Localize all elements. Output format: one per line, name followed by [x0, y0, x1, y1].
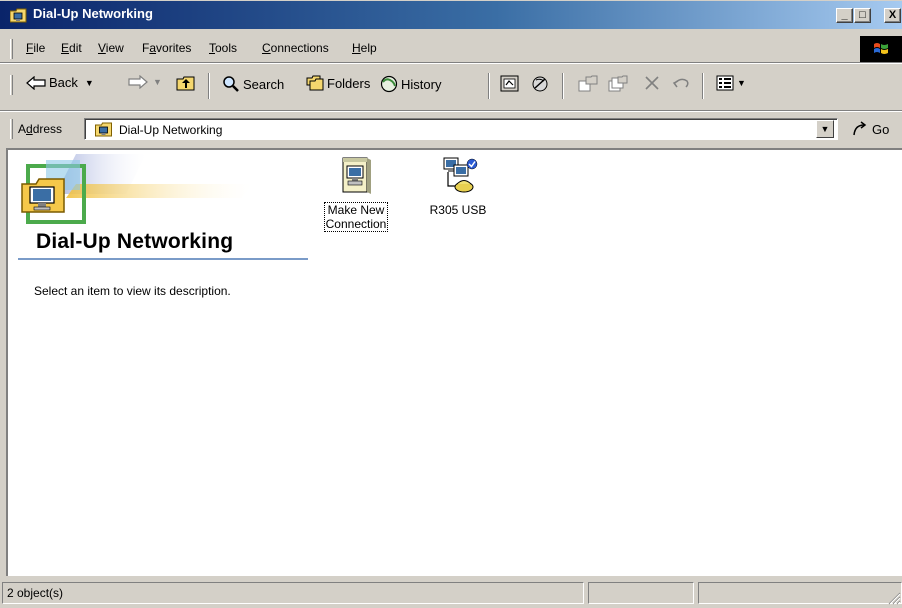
folders-button[interactable]: Folders: [306, 75, 370, 91]
search-icon: [223, 76, 239, 92]
history-button[interactable]: History: [380, 75, 441, 93]
toolbar-separator: [562, 73, 564, 99]
dial-up-folder-icon: [95, 122, 112, 137]
object-count: 2 object(s): [7, 586, 64, 600]
up-folder-button[interactable]: [176, 75, 196, 91]
windows-throbber: [860, 36, 902, 62]
menu-file[interactable]: File: [26, 41, 45, 55]
history-icon: [380, 75, 398, 93]
folder-view[interactable]: Dial-Up Networking Select an item to vie…: [6, 148, 902, 576]
title-bar[interactable]: Dial-Up Networking _ □ X: [0, 0, 902, 29]
toolbar-separator: [208, 73, 210, 99]
description-hint: Select an item to view its description.: [34, 284, 231, 298]
delete-x-icon: [645, 76, 659, 90]
menu-view[interactable]: View: [98, 41, 124, 55]
move-to-button[interactable]: [578, 75, 598, 93]
folder-title: Dial-Up Networking: [36, 230, 234, 253]
undo-button[interactable]: [672, 75, 690, 91]
back-arrow-icon: [26, 75, 46, 90]
address-dropdown-button[interactable]: ▼: [816, 120, 834, 138]
menu-tools[interactable]: Tools: [209, 41, 237, 55]
back-dropdown-icon[interactable]: ▼: [85, 78, 94, 88]
forward-button[interactable]: ▼: [128, 75, 162, 89]
address-label: Address: [18, 122, 63, 136]
map-drive-button[interactable]: [500, 75, 520, 93]
toolbar-separator: [488, 73, 490, 99]
close-button[interactable]: X: [884, 8, 901, 23]
menu-bar: File Edit View Favorites Tools Connectio…: [0, 36, 902, 62]
toolbar-separator: [702, 73, 704, 99]
address-grip[interactable]: [10, 119, 13, 139]
disconnect-drive-icon: [532, 76, 548, 92]
search-button[interactable]: Search: [222, 75, 284, 93]
maximize-button[interactable]: □: [854, 8, 871, 23]
r305-usb-connection-item[interactable]: R305 USB: [420, 156, 496, 217]
address-bar: Address Dial-Up Networking ▼ Go: [0, 112, 902, 146]
make-new-connection-item[interactable]: Make New Connection: [308, 156, 404, 232]
up-folder-icon: [176, 76, 195, 91]
move-to-icon: [578, 75, 598, 92]
copy-to-icon: [608, 75, 628, 92]
menu-connections[interactable]: Connections: [262, 41, 329, 55]
status-pane-2: [588, 582, 694, 604]
r305-usb-label: R305 USB: [429, 203, 487, 217]
toolbar-grip[interactable]: [10, 75, 13, 95]
menu-favorites[interactable]: Favorites: [142, 41, 191, 55]
make-new-connection-label: Make New Connection: [323, 202, 389, 232]
back-button[interactable]: Back ▼: [26, 75, 94, 90]
go-button[interactable]: Go: [852, 121, 889, 137]
make-new-connection-icon: [342, 157, 371, 194]
folders-icon: [306, 75, 324, 91]
menu-edit[interactable]: Edit: [61, 41, 82, 55]
resize-grip-icon[interactable]: [888, 592, 901, 605]
delete-button[interactable]: [644, 75, 660, 91]
status-bar: 2 object(s): [0, 578, 902, 608]
dial-up-folder-icon: [10, 8, 27, 23]
dial-up-networking-large-icon: [21, 178, 65, 213]
status-pane-zone: [698, 582, 902, 604]
windows-logo-icon: [874, 43, 888, 54]
go-arrow-icon: [853, 121, 867, 136]
views-grid-icon: [716, 75, 734, 91]
minimize-button[interactable]: _: [836, 8, 853, 23]
copy-to-button[interactable]: [608, 75, 628, 93]
map-drive-icon: [500, 75, 519, 92]
views-dropdown-icon[interactable]: ▼: [737, 78, 746, 88]
menu-help[interactable]: Help: [352, 41, 377, 55]
forward-arrow-icon: [128, 75, 148, 89]
forward-dropdown-icon[interactable]: ▼: [153, 77, 162, 87]
search-label: Search: [243, 76, 285, 92]
dial-up-connection-icon: [443, 157, 478, 193]
folders-label: Folders: [327, 75, 371, 91]
window-title: Dial-Up Networking: [33, 6, 153, 21]
title-underline: [18, 258, 308, 260]
history-label: History: [401, 76, 442, 92]
status-pane-count: 2 object(s): [2, 582, 584, 604]
standard-toolbar: Back ▼ ▼ Search Folders History ▼: [0, 64, 902, 110]
disconnect-drive-button[interactable]: [530, 75, 550, 93]
undo-icon: [672, 78, 689, 88]
address-value: Dial-Up Networking: [119, 123, 223, 137]
back-label: Back: [49, 75, 78, 90]
go-label: Go: [872, 121, 890, 137]
menubar-grip[interactable]: [10, 39, 13, 59]
views-button[interactable]: ▼: [716, 75, 746, 91]
address-input[interactable]: Dial-Up Networking: [84, 118, 838, 140]
